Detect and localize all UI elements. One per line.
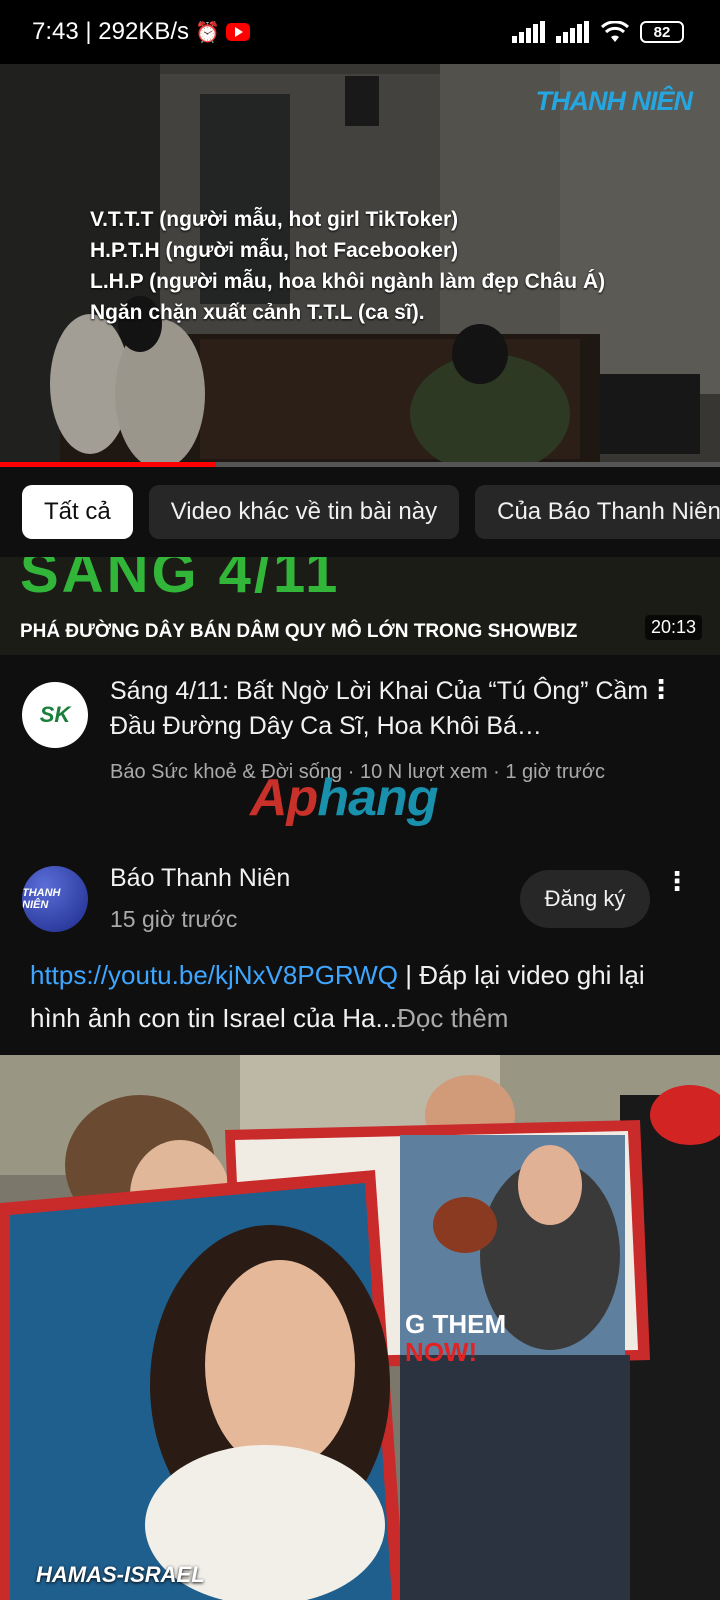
chip-related-videos[interactable]: Video khác về tin bài này	[148, 485, 460, 539]
poster-line: NOW!	[405, 1337, 478, 1367]
channel-brand-logo: THANH NIÊN	[535, 86, 693, 116]
status-time-speed: 7:43 | 292KB/s	[32, 18, 190, 45]
overlay-line: L.H.P (người mẫu, hoa khôi ngành làm đẹp…	[90, 270, 606, 293]
post-time: 15 giờ trước	[110, 906, 238, 932]
video-overlay-text: V.T.T.T (người mẫu, hot girl TikToker) H…	[90, 204, 605, 328]
read-more-link[interactable]: Đọc thêm	[397, 1003, 508, 1033]
wifi-icon	[600, 21, 630, 42]
thumbnail-subtitle: PHÁ ĐƯỜNG DÂY BÁN DÂM QUY MÔ LỚN TRONG S…	[20, 621, 578, 642]
signal-icon	[512, 21, 545, 43]
video-thumbnail[interactable]: SÁNG 4/11 PHÁ ĐƯỜNG DÂY BÁN DÂM QUY MÔ L…	[0, 557, 720, 655]
post-image[interactable]: HAMAS-ISRAEL	[0, 1055, 720, 1600]
watermark: Aphang	[250, 769, 439, 827]
subscribe-button[interactable]: Đăng ký	[520, 870, 650, 928]
video-duration: 20:13	[644, 615, 702, 640]
chip-all[interactable]: Tất cả	[22, 485, 133, 539]
community-post-header: THANH NIÊN Báo Thanh Niên 15 giờ trước Đ…	[0, 850, 720, 940]
thumbnail-title: SÁNG 4/11	[20, 557, 341, 605]
youtube-notification-icon	[225, 23, 250, 41]
signal-icon-2	[556, 21, 589, 43]
protest-photo	[0, 1055, 720, 1600]
image-caption: HAMAS-ISRAEL	[36, 1562, 205, 1587]
overlay-line: H.P.T.H (người mẫu, hot Facebooker)	[90, 239, 459, 262]
video-player[interactable]: THANH NIÊN V.T.T.T (người mẫu, hot girl …	[0, 64, 720, 464]
avatar-logo-text: SK	[39, 702, 71, 727]
alarm-icon: ⏰	[195, 21, 220, 44]
overlay-line: V.T.T.T (người mẫu, hot girl TikToker)	[90, 208, 459, 231]
post-link[interactable]: https://youtu.be/kjNxV8PGRWQ	[30, 960, 398, 990]
status-bar: 7:43 | 292KB/s ⏰ 82	[0, 0, 720, 64]
avatar-logo-text: THANH NIÊN	[22, 887, 61, 911]
poster-line: G THEM	[405, 1309, 507, 1339]
chip-from-channel[interactable]: Của Báo Thanh Niên	[475, 485, 720, 539]
filter-chips: Tất cả Video khác về tin bài này Của Báo…	[0, 467, 720, 557]
post-text: https://youtu.be/kjNxV8PGRWQ | Đáp lại v…	[30, 954, 680, 1040]
channel-avatar[interactable]: THANH NIÊN	[22, 866, 88, 932]
battery-icon: 82	[640, 21, 684, 43]
channel-avatar[interactable]: SK	[22, 682, 88, 748]
video-title[interactable]: Sáng 4/11: Bất Ngờ Lời Khai Của “Tú Ông”…	[110, 674, 650, 744]
overlay-line: Ngăn chặn xuất cảnh T.T.L (ca sĩ).	[90, 301, 425, 324]
more-options-icon[interactable]: ⋮	[662, 866, 692, 896]
channel-name[interactable]: Báo Thanh Niên	[110, 864, 290, 893]
poster-slogan: G THEM NOW!	[405, 1310, 506, 1366]
more-options-icon[interactable]: ⋮	[646, 674, 676, 704]
